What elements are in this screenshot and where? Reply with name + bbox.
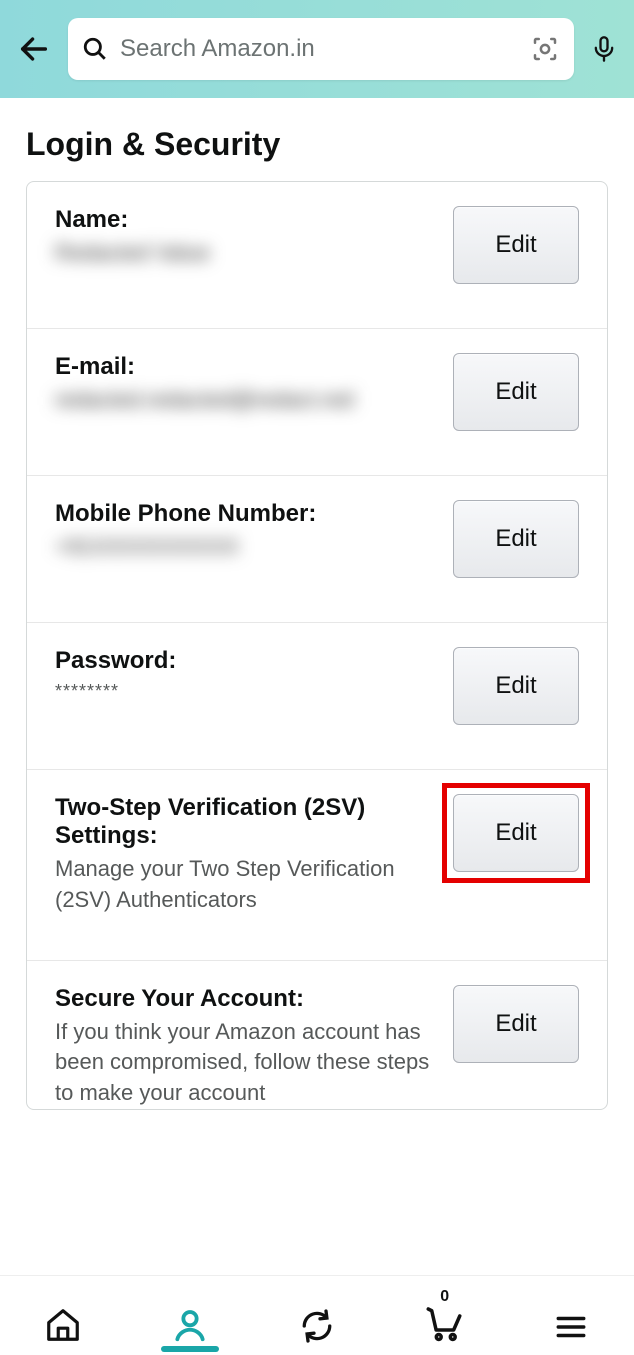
nav-account[interactable] [162, 1288, 218, 1344]
microphone-icon [590, 32, 618, 66]
voice-search-button[interactable] [588, 32, 620, 66]
secure-description: If you think your Amazon account has bee… [55, 1017, 433, 1109]
edit-password-button[interactable]: Edit [453, 647, 579, 725]
row-secure-account: Secure Your Account: If you think your A… [27, 961, 607, 1109]
content-area: Login & Security Name: Redacted Value Ed… [0, 98, 634, 1275]
nav-refresh[interactable] [289, 1288, 345, 1344]
password-label: Password: [55, 647, 433, 675]
2sv-label: Two-Step Verification (2SV) Settings: [55, 794, 433, 850]
edit-2sv-button[interactable]: Edit [453, 794, 579, 872]
nav-menu[interactable] [543, 1288, 599, 1344]
row-mobile: Mobile Phone Number: +91XXXXXXXXXX Edit [27, 476, 607, 623]
arrow-left-icon [17, 32, 51, 66]
name-value: Redacted Value [55, 238, 433, 269]
page-title: Login & Security [0, 98, 634, 181]
email-value: redacted.redacted@redact.red [55, 385, 433, 416]
mobile-label: Mobile Phone Number: [55, 500, 433, 528]
nav-home[interactable] [35, 1288, 91, 1344]
email-label: E-mail: [55, 353, 433, 381]
search-input-placeholder: Search Amazon.in [120, 35, 518, 63]
row-email: E-mail: redacted.redacted@redact.red Edi… [27, 329, 607, 476]
app-header: Search Amazon.in [0, 0, 634, 98]
nav-cart[interactable]: 0 [416, 1288, 472, 1344]
search-bar[interactable]: Search Amazon.in [68, 18, 574, 80]
highlight-marker: Edit [442, 783, 590, 883]
edit-secure-button[interactable]: Edit [453, 985, 579, 1063]
settings-list: Name: Redacted Value Edit E-mail: redact… [26, 181, 608, 1110]
edit-mobile-button[interactable]: Edit [453, 500, 579, 578]
user-icon [171, 1306, 209, 1344]
bottom-nav: 0 [0, 1275, 634, 1355]
secure-label: Secure Your Account: [55, 985, 433, 1013]
edit-email-button[interactable]: Edit [453, 353, 579, 431]
refresh-icon [299, 1308, 335, 1344]
edit-name-button[interactable]: Edit [453, 206, 579, 284]
back-button[interactable] [14, 29, 54, 69]
mobile-value: +91XXXXXXXXXX [55, 532, 433, 563]
cart-icon [423, 1302, 465, 1344]
home-icon [44, 1306, 82, 1344]
search-icon [82, 36, 108, 62]
row-password: Password: ******** Edit [27, 623, 607, 770]
2sv-description: Manage your Two Step Verification (2SV) … [55, 854, 433, 916]
hamburger-icon [554, 1310, 588, 1344]
name-label: Name: [55, 206, 433, 234]
cart-count: 0 [440, 1288, 449, 1306]
password-value: ******** [55, 679, 433, 704]
row-2sv: Two-Step Verification (2SV) Settings: Ma… [27, 770, 607, 961]
scan-icon[interactable] [530, 34, 560, 64]
row-name: Name: Redacted Value Edit [27, 182, 607, 329]
